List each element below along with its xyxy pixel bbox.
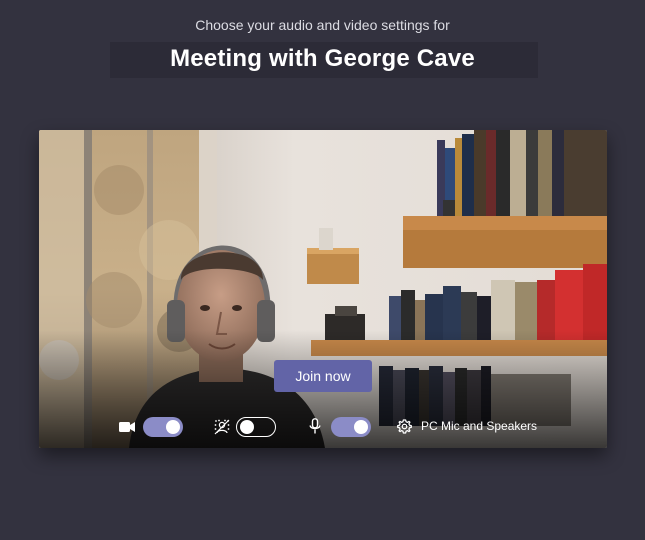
background-blur-icon	[214, 419, 230, 435]
camera-toggle[interactable]	[143, 417, 183, 437]
join-now-button[interactable]: Join now	[274, 360, 372, 392]
settings-subtitle: Choose your audio and video settings for	[195, 17, 450, 33]
camera-feed	[39, 130, 607, 448]
video-preview: Join now	[39, 130, 607, 448]
av-controls-bar: PC Mic and Speakers	[39, 407, 607, 447]
microphone-toggle[interactable]	[331, 417, 371, 437]
microphone-icon	[309, 418, 321, 434]
camera-toggle-knob	[166, 420, 180, 434]
microphone-toggle-knob	[354, 420, 368, 434]
background-blur-toggle[interactable]	[236, 417, 276, 437]
background-blur-toggle-knob	[240, 419, 254, 434]
gear-icon[interactable]	[396, 418, 413, 435]
meeting-title: Meeting with George Cave	[170, 45, 475, 72]
camera-icon	[119, 422, 135, 432]
audio-device-label[interactable]: PC Mic and Speakers	[421, 419, 537, 433]
